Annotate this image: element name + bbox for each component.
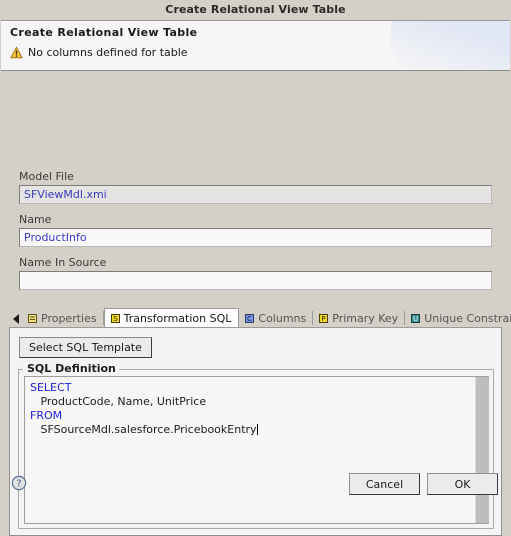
transformation-sql-icon: S	[110, 313, 120, 323]
header-message-text: No columns defined for table	[28, 46, 188, 59]
sql-text-fragment: ProductCode, Name, UnitPrice	[30, 395, 207, 408]
group-border-left	[18, 369, 23, 370]
tab-columns[interactable]: C Columns	[239, 309, 314, 327]
tab-unique-constraint-label: Unique Constraint	[424, 311, 511, 325]
dialog-titlebar: Create Relational View Table	[0, 0, 511, 20]
dialog-title: Create Relational View Table	[165, 3, 346, 16]
tab-strip: Properties S Transformation SQL C Column…	[9, 308, 511, 327]
dialog-body: Model File Name Name In Source Propertie…	[0, 71, 511, 536]
tab-transformation-sql[interactable]: S Transformation SQL	[103, 308, 240, 327]
group-border-right	[105, 369, 494, 370]
svg-text:U: U	[413, 315, 418, 323]
chevron-left-icon	[12, 313, 19, 324]
sql-definition-label: SQL Definition	[24, 362, 119, 375]
svg-text:?: ?	[16, 479, 21, 490]
name-label: Name	[19, 213, 52, 226]
svg-text:S: S	[113, 315, 118, 323]
header-decoration-icon	[390, 21, 510, 70]
tab-unique-constraint[interactable]: U Unique Constraint	[405, 309, 511, 327]
tab-properties-label: Properties	[41, 311, 97, 325]
model-file-label: Model File	[19, 170, 74, 183]
tab-columns-label: Columns	[258, 311, 307, 325]
dialog-footer: ? Cancel OK	[0, 465, 511, 509]
tab-primary-key-label: Primary Key	[332, 311, 399, 325]
svg-text:P: P	[322, 315, 326, 323]
create-relational-view-table-dialog: Create Relational View Table Create Rela…	[0, 0, 511, 536]
header-message-row: No columns defined for table	[10, 46, 188, 59]
name-in-source-label: Name In Source	[19, 256, 107, 269]
tab-properties[interactable]: Properties	[22, 309, 104, 327]
name-in-source-input[interactable]	[19, 271, 492, 290]
unique-constraint-icon: U	[411, 313, 421, 323]
model-file-input[interactable]	[19, 185, 492, 204]
help-question-icon[interactable]: ?	[11, 475, 27, 491]
text-caret	[256, 424, 258, 435]
properties-icon	[28, 313, 37, 323]
primary-key-icon: P	[319, 313, 329, 323]
dialog-header: Create Relational View Table No columns …	[1, 20, 510, 71]
name-input[interactable]	[19, 228, 492, 247]
columns-icon: C	[245, 313, 255, 323]
sql-keyword: FROM	[30, 409, 63, 422]
cancel-button[interactable]: Cancel	[349, 473, 420, 495]
tab-scroll-left-button[interactable]	[9, 310, 22, 327]
svg-text:C: C	[247, 315, 252, 323]
header-title: Create Relational View Table	[10, 26, 198, 39]
tab-primary-key[interactable]: P Primary Key	[313, 309, 406, 327]
sql-keyword: SELECT	[30, 381, 72, 394]
select-sql-template-button[interactable]: Select SQL Template	[19, 337, 152, 358]
ok-button[interactable]: OK	[427, 473, 498, 495]
sql-text-fragment: SFSourceMdl.salesforce.PricebookEntry	[30, 423, 257, 436]
warning-triangle-icon	[10, 46, 23, 59]
tab-transformation-sql-label: Transformation SQL	[123, 311, 232, 325]
